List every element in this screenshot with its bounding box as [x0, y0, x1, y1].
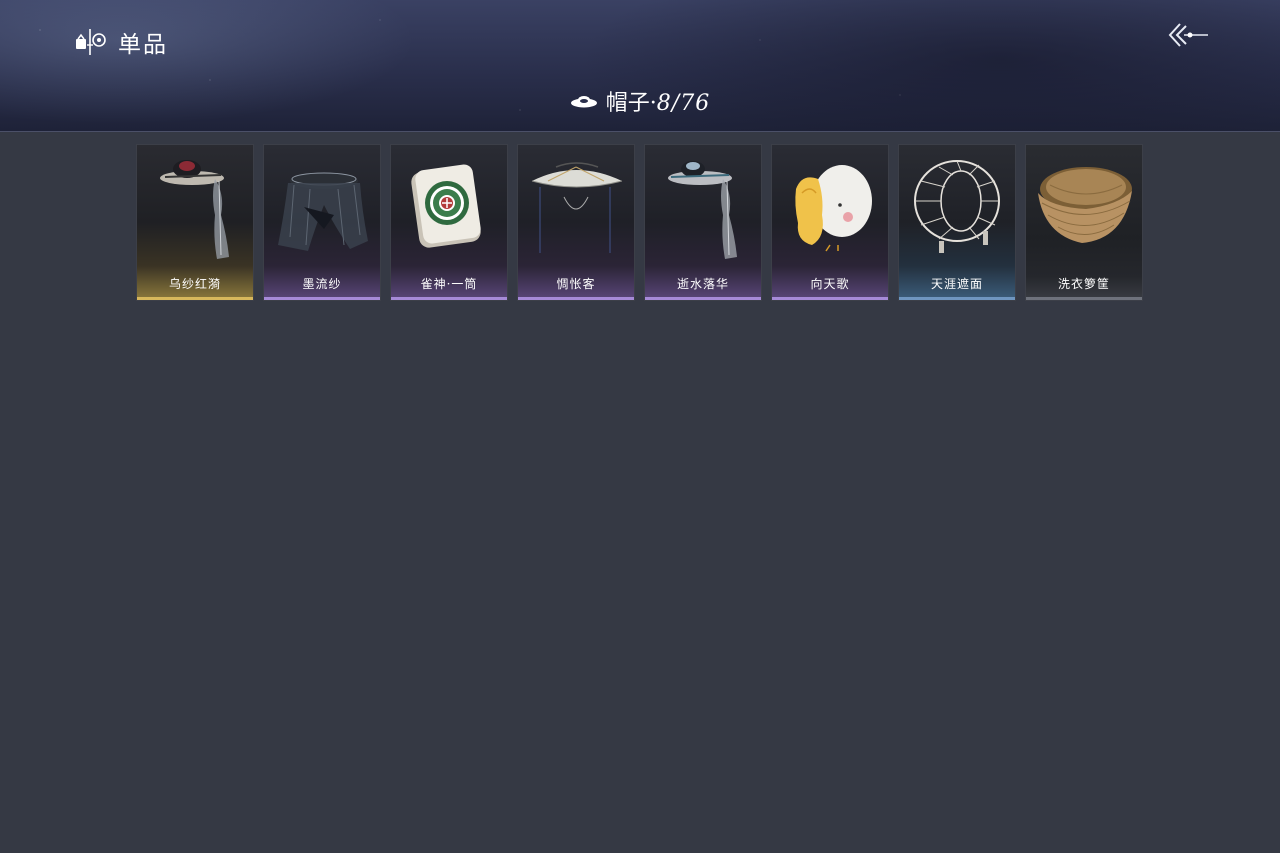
mahjong-tile-icon — [411, 164, 481, 248]
item-name: 天涯遮面 — [930, 277, 983, 291]
bamboo-hat-icon — [531, 162, 623, 253]
category-separator: · — [649, 91, 657, 116]
item-name: 逝水落华 — [676, 277, 729, 291]
item-name: 雀神·一筒 — [420, 277, 478, 291]
item-card[interactable]: 乌纱红漪 — [136, 144, 254, 301]
veiled-hat-red-icon — [160, 160, 229, 259]
category-name: 帽子 — [605, 91, 650, 116]
item-card[interactable]: 天涯遮面 — [898, 144, 1016, 301]
item-card[interactable]: 逝水落华 — [644, 144, 762, 301]
back-arrow-icon — [1168, 23, 1208, 47]
category-title: 帽子 · 8/76 — [606, 85, 710, 117]
item-grid: 乌纱红漪 墨流纱 雀神·一筒 惆怅客 逝水落华 向天歌 天涯遮面 洗衣箩筐 — [136, 144, 1144, 302]
back-button[interactable] — [1162, 16, 1214, 54]
wire-frame-hat-icon — [914, 160, 1000, 253]
item-name: 洗衣箩筐 — [1057, 277, 1110, 291]
hat-icon — [570, 96, 597, 108]
item-name: 惆怅客 — [556, 277, 596, 291]
item-card[interactable]: 洗衣箩筐 — [1025, 144, 1143, 301]
wardrobe-icon — [76, 29, 106, 55]
wicker-basket-icon — [1038, 167, 1132, 243]
item-name: 向天歌 — [810, 277, 850, 291]
category-count: 8/76 — [656, 91, 711, 116]
goose-hood-icon — [795, 165, 872, 252]
top-banner: 单品 帽子 · 8/76 — [0, 0, 1280, 132]
category-header: 帽子 · 8/76 — [0, 84, 1280, 118]
item-card[interactable]: 向天歌 — [771, 144, 889, 301]
item-name: 墨流纱 — [302, 277, 342, 291]
item-card[interactable]: 墨流纱 — [263, 144, 381, 301]
item-card[interactable]: 雀神·一筒 — [390, 144, 508, 301]
section-label: 单品 — [118, 32, 168, 58]
veiled-hat-blue-icon — [668, 161, 737, 259]
item-name: 乌纱红漪 — [168, 277, 221, 291]
section-title: 单品 — [74, 25, 168, 59]
item-card[interactable]: 惆怅客 — [517, 144, 635, 301]
black-veil-hat-icon — [278, 172, 368, 251]
